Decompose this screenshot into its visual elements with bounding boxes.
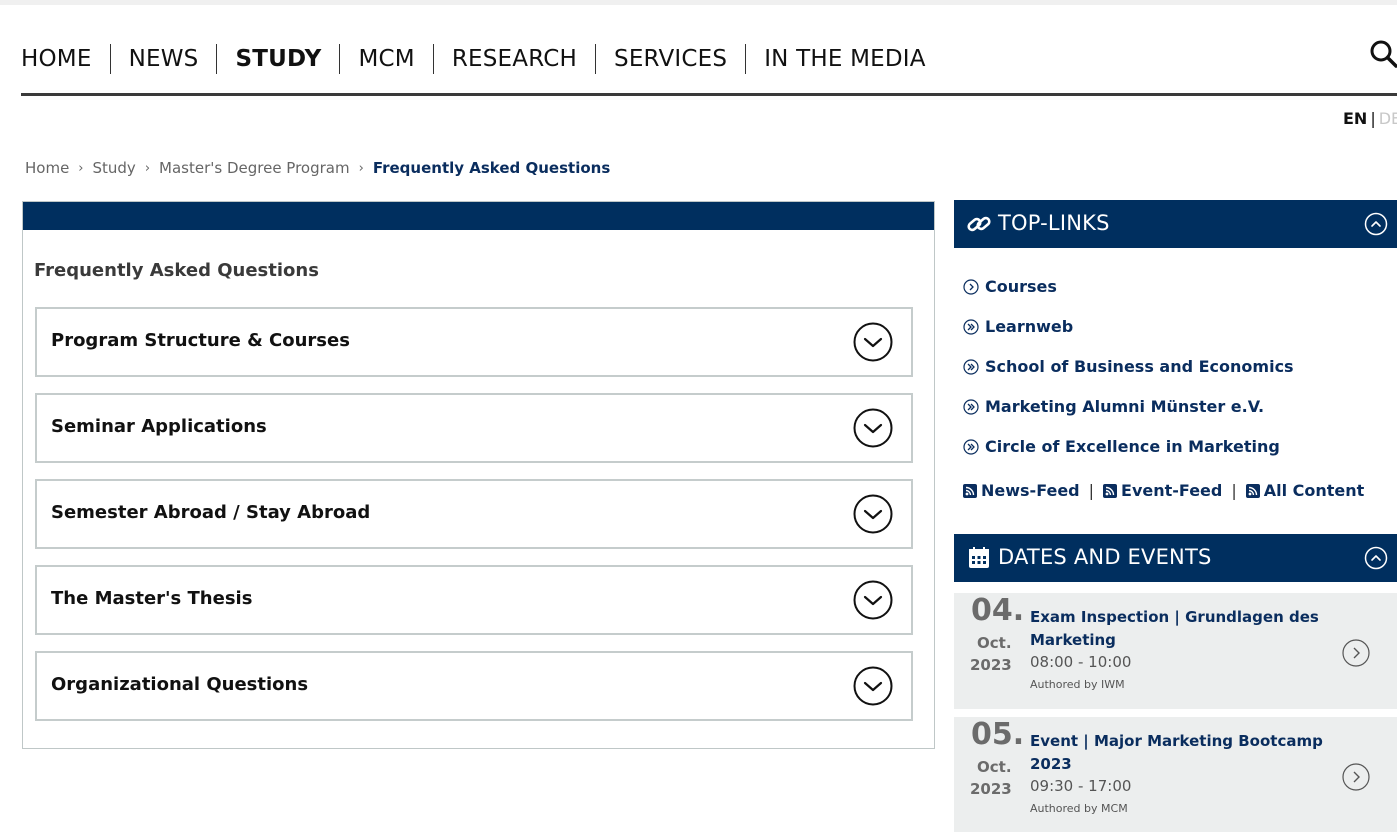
event-item[interactable]: 04. Oct. 2023 Exam Inspection | Grundlag… [954,593,1397,709]
all-content-feed-link[interactable]: All Content [1245,481,1365,500]
event-author: Authored by MCM [1030,802,1128,815]
news-feed-link[interactable]: News-Feed [963,481,1080,500]
feed-label: All Content [1263,481,1365,500]
dates-events-title: DATES AND EVENTS [998,545,1212,569]
rss-icon [963,483,977,498]
event-feed-link[interactable]: Event-Feed [1103,481,1222,500]
accordion-label: The Master's Thesis [51,588,253,609]
nav-item-study[interactable]: STUDY [235,46,321,72]
nav-divider [339,44,341,74]
chevron-right-circle-icon [963,278,979,295]
nav-item-mcm[interactable]: MCM [358,46,414,72]
accordion-item-seminar-applications[interactable]: Seminar Applications [35,393,913,463]
nav-item-in-the-media[interactable]: IN THE MEDIA [764,46,926,72]
language-en[interactable]: EN [1343,109,1367,128]
accordion-label: Semester Abroad / Stay Abroad [51,502,371,523]
feed-separator: | [1088,481,1095,500]
double-chevron-right-circle-icon [963,318,979,335]
accordion-label: Seminar Applications [51,416,267,437]
nav-divider [745,44,747,74]
breadcrumb-masters-program[interactable]: Master's Degree Program [159,159,350,177]
faq-panel: Frequently Asked Questions Program Struc… [22,201,935,749]
top-link-label: School of Business and Economics [985,357,1294,376]
top-links-header: TOP-LINKS [954,200,1397,248]
rss-icon [1103,483,1118,498]
nav-item-home[interactable]: HOME [21,46,92,72]
event-time: 09:30 - 17:00 [1030,777,1132,795]
dates-events-header: DATES AND EVENTS [954,534,1397,582]
top-link-label: Courses [985,277,1057,296]
top-links-title: TOP-LINKS [998,211,1110,235]
breadcrumb-separator: › [358,160,364,176]
rss-icon [1245,483,1260,498]
page: HOME NEWS STUDY MCM RESEARCH SERVICES IN… [0,5,1397,832]
calendar-icon [969,547,989,568]
top-link-courses[interactable]: Courses [963,277,1057,296]
event-year: 2023 [970,656,1012,674]
link-icon [967,216,991,232]
nav-divider [109,44,111,74]
top-link-label: Learnweb [985,317,1074,336]
feed-label: Event-Feed [1121,481,1223,500]
event-author: Authored by IWM [1030,678,1125,691]
chevron-down-circle-icon[interactable] [853,666,893,706]
faq-header-bar [23,202,934,230]
nav-item-news[interactable]: NEWS [129,46,199,72]
accordion-item-program-structure[interactable]: Program Structure & Courses [35,307,913,377]
breadcrumb-current: Frequently Asked Questions [372,159,611,177]
event-month: Oct. [977,758,1012,776]
nav-divider [432,44,434,74]
breadcrumb-study[interactable]: Study [93,159,136,177]
top-link-circle-of-excellence[interactable]: Circle of Excellence in Marketing [963,437,1280,456]
top-link-learnweb[interactable]: Learnweb [963,317,1073,336]
top-link-school-of-business[interactable]: School of Business and Economics [963,357,1294,376]
search-icon[interactable] [1369,39,1397,69]
double-chevron-right-circle-icon [963,398,979,415]
top-link-label: Circle of Excellence in Marketing [985,437,1280,456]
chevron-up-circle-icon[interactable] [1364,546,1388,570]
accordion-item-semester-abroad[interactable]: Semester Abroad / Stay Abroad [35,479,913,549]
chevron-down-circle-icon[interactable] [853,408,893,448]
event-item[interactable]: 05. Oct. 2023 Event | Major Marketing Bo… [954,717,1397,832]
accordion-item-masters-thesis[interactable]: The Master's Thesis [35,565,913,635]
main-nav: HOME NEWS STUDY MCM RESEARCH SERVICES IN… [21,41,926,77]
nav-item-research[interactable]: RESEARCH [452,46,577,72]
breadcrumb-home[interactable]: Home [25,159,69,177]
chevron-down-circle-icon[interactable] [853,580,893,620]
feed-label: News-Feed [981,481,1080,500]
chevron-down-circle-icon[interactable] [853,322,893,362]
feed-links: News-Feed | Event-Feed | All Content [963,481,1364,500]
event-title[interactable]: Event | Major Marketing Bootcamp 2023 [1030,730,1330,776]
event-year: 2023 [970,780,1012,798]
event-month: Oct. [977,634,1012,652]
event-title[interactable]: Exam Inspection | Grundlagen des Marketi… [1030,606,1330,652]
chevron-up-circle-icon[interactable] [1364,212,1388,236]
event-day: 05. [971,717,1025,752]
breadcrumb-separator: › [144,160,151,176]
accordion-item-organizational[interactable]: Organizational Questions [35,651,913,721]
faq-title: Frequently Asked Questions [34,260,319,281]
accordion-label: Organizational Questions [51,674,309,695]
double-chevron-right-circle-icon [963,358,979,375]
chevron-right-circle-icon[interactable] [1342,639,1370,667]
top-link-label: Marketing Alumni Münster e.V. [985,397,1265,416]
nav-divider [595,44,597,74]
nav-item-services[interactable]: SERVICES [614,46,727,72]
event-time: 08:00 - 10:00 [1030,653,1132,671]
feed-separator: | [1231,481,1237,500]
chevron-down-circle-icon[interactable] [853,494,893,534]
language-switcher: EN | DE [1343,109,1397,128]
chevron-right-circle-icon[interactable] [1342,763,1370,791]
breadcrumb: Home › Study › Master's Degree Program ›… [25,159,610,177]
nav-divider [216,44,218,74]
language-de[interactable]: DE [1379,109,1397,128]
nav-divider-line [21,93,1397,96]
double-chevron-right-circle-icon [963,438,979,455]
breadcrumb-separator: › [78,160,84,176]
top-link-marketing-alumni[interactable]: Marketing Alumni Münster e.V. [963,397,1264,416]
event-day: 04. [971,593,1025,628]
language-separator: | [1370,109,1376,128]
accordion-label: Program Structure & Courses [51,330,350,351]
